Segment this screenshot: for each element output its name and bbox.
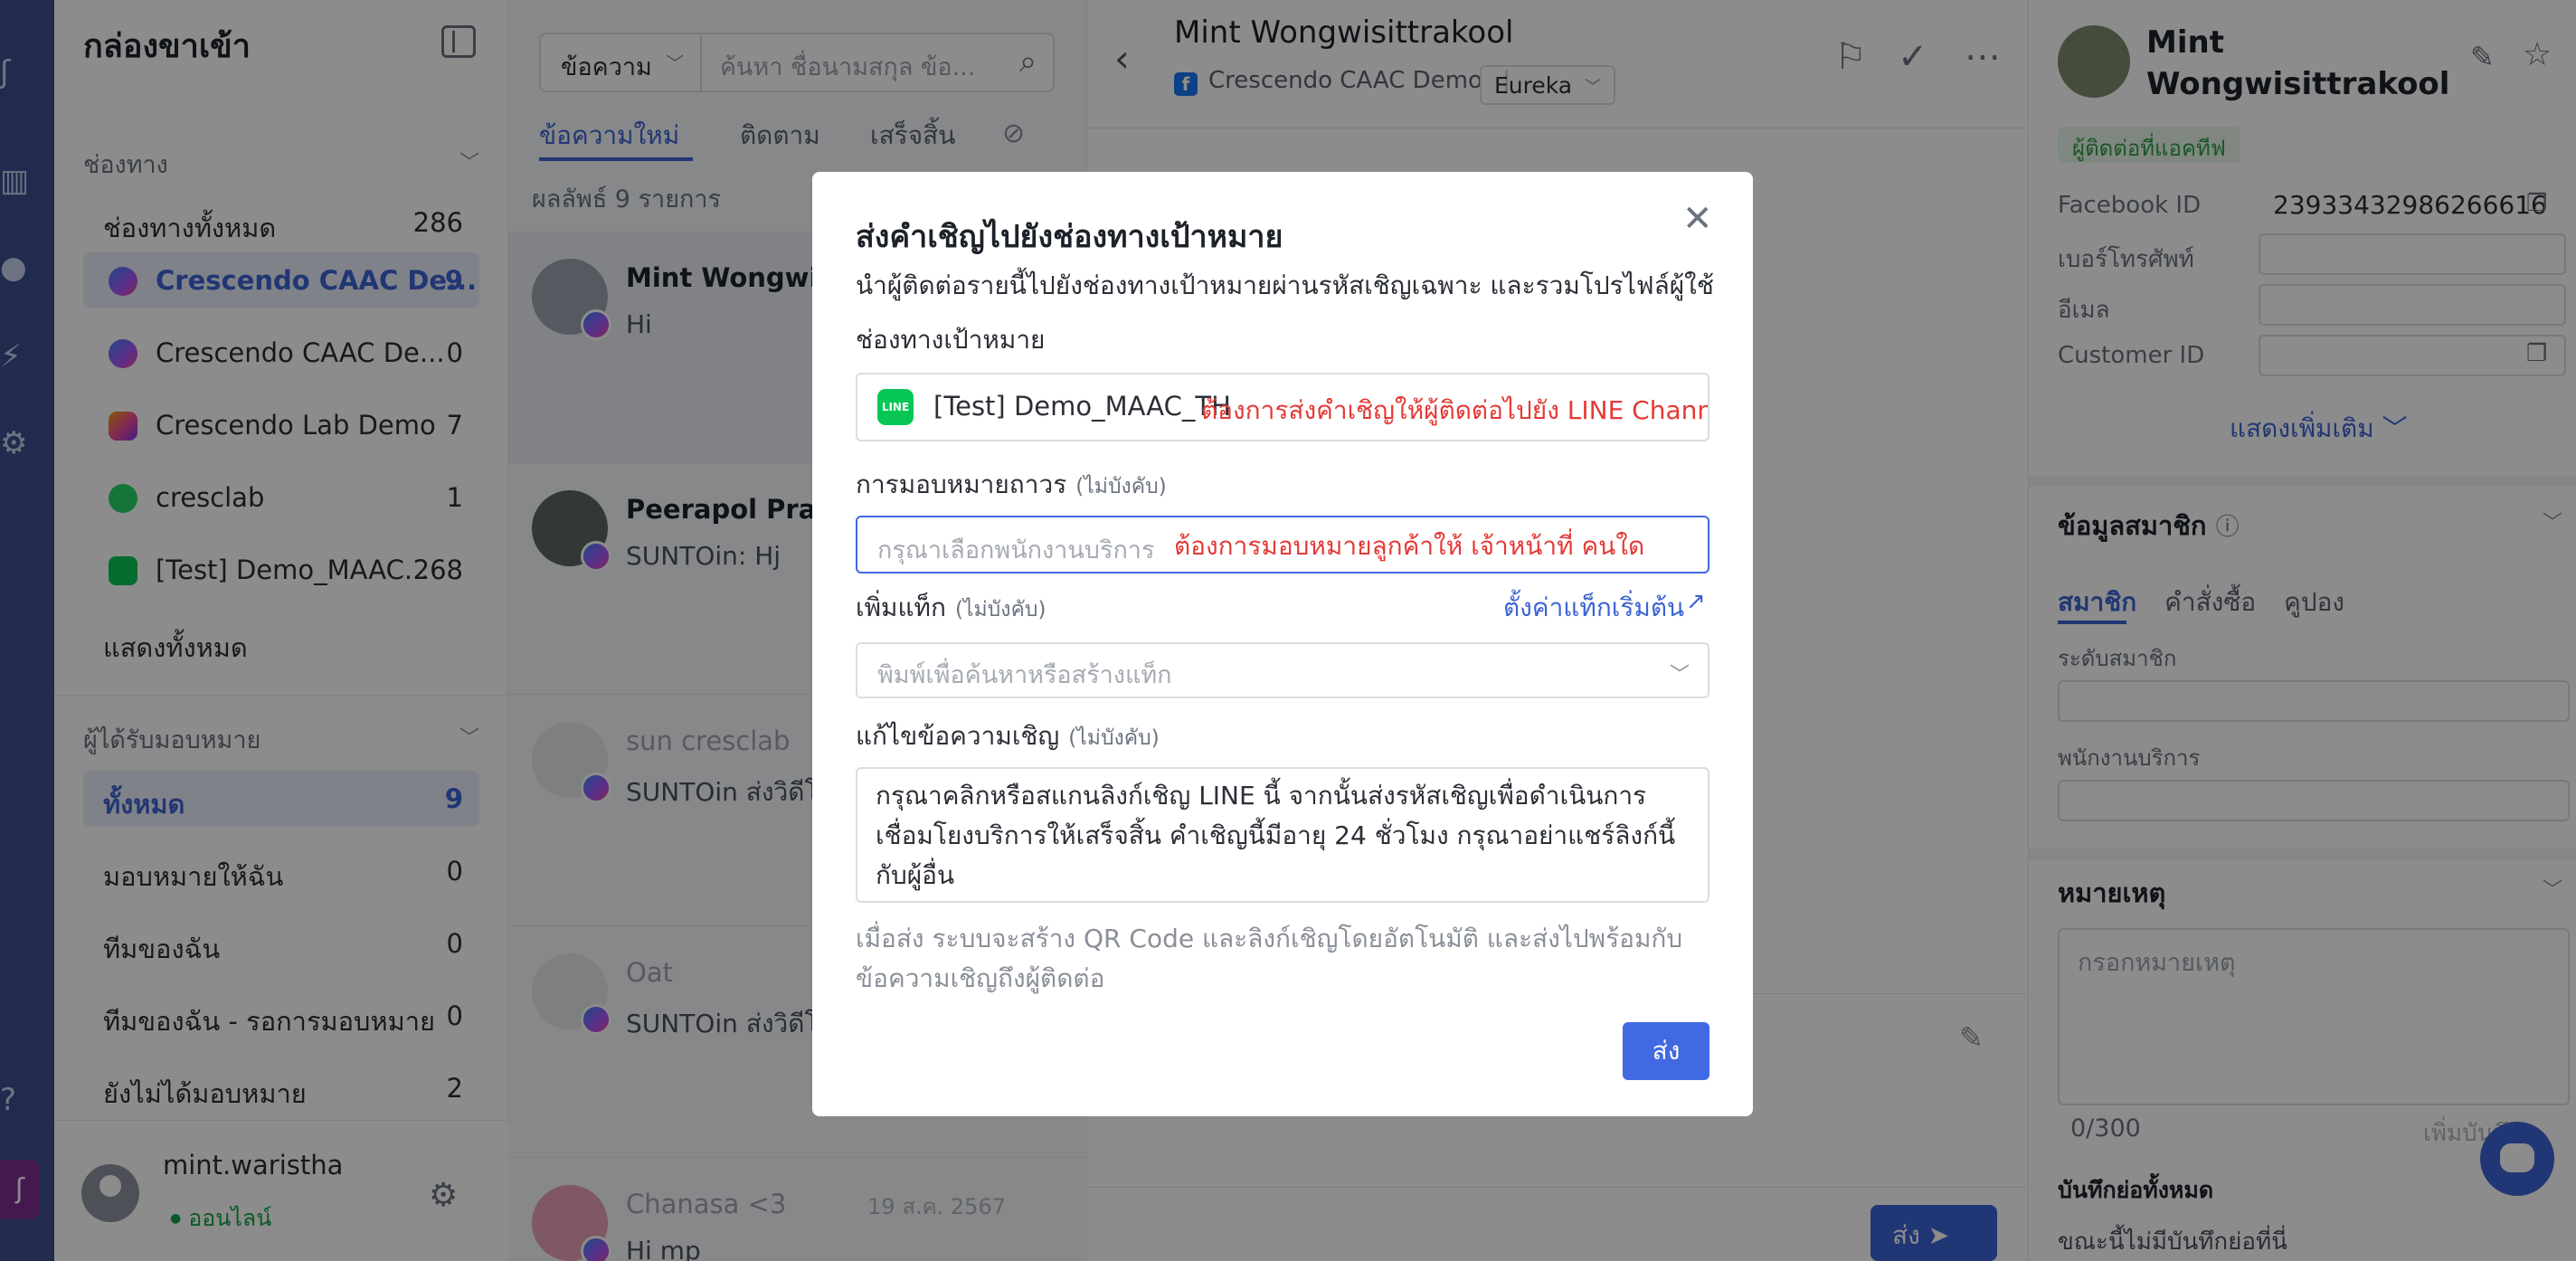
line-icon: LINE — [877, 389, 914, 425]
tag-label: เพิ่มแท็ก (ไม่บังคับ) — [856, 588, 1046, 628]
target-annotation: ต้องการส่งคำเชิญให้ผู้ติดต่อไปยัง LINE C… — [1201, 395, 1708, 425]
assign-placeholder: กรุณาเลือกพนักงานบริการ — [877, 536, 1155, 564]
optional-hint: (ไม่บังคับ) — [1068, 726, 1160, 750]
tag-placeholder: พิมพ์เพื่อค้นหาหรือสร้างแท็ก — [877, 661, 1172, 689]
message-label-text: แก้ไขข้อความเชิญ — [856, 721, 1060, 751]
tag-label-text: เพิ่มแท็ก — [856, 593, 946, 622]
tag-settings-link[interactable]: ตั้งค่าแท็กเริ่มต้น — [1503, 588, 1684, 628]
send-invite-button[interactable]: ส่ง — [1623, 1022, 1709, 1080]
external-link-icon[interactable]: ↗ — [1686, 588, 1706, 615]
invite-message-text: กรุณาคลิกหรือสแกนลิงก์เชิญ LINE นี้ จากน… — [876, 781, 1676, 890]
assign-label: การมอบหมายถาวร (ไม่บังคับ) — [856, 465, 1167, 505]
assign-label-text: การมอบหมายถาวร — [856, 469, 1067, 499]
close-icon[interactable]: ✕ — [1682, 201, 1713, 237]
modal-title: ส่งคำเชิญไปยังช่องทางเป้าหมาย — [856, 219, 1283, 255]
invite-modal: ส่งคำเชิญไปยังช่องทางเป้าหมาย ✕ นำผู้ติด… — [812, 172, 1753, 1116]
optional-hint: (ไม่บังคับ) — [1075, 475, 1167, 498]
modal-description: นำผู้ติดต่อรายนี้ไปยังช่องทางเป้าหมายผ่า… — [856, 270, 1714, 300]
chevron-down-icon: ﹀ — [1669, 664, 1690, 687]
assign-staff-select[interactable]: กรุณาเลือกพนักงานบริการ ต้องการมอบหมายลู… — [856, 516, 1709, 574]
message-label: แก้ไขข้อความเชิญ (ไม่บังคับ) — [856, 716, 1160, 756]
target-channel-value: [Test] Demo_MAAC_TH — [933, 391, 1231, 422]
tag-input[interactable]: พิมพ์เพื่อค้นหาหรือสร้างแท็ก ﹀ — [856, 642, 1709, 698]
modal-note: เมื่อส่ง ระบบจะสร้าง QR Code และลิงก์เชิ… — [856, 924, 1683, 993]
assign-annotation: ต้องการมอบหมายลูกค้าให้ เจ้าหน้าที่ คนใด — [1174, 531, 1645, 561]
optional-hint: (ไม่บังคับ) — [954, 598, 1046, 621]
target-channel-label: ช่องทางเป้าหมาย — [856, 325, 1046, 355]
target-channel-select[interactable]: LINE [Test] Demo_MAAC_TH ต้องการส่งคำเชิ… — [856, 373, 1709, 441]
